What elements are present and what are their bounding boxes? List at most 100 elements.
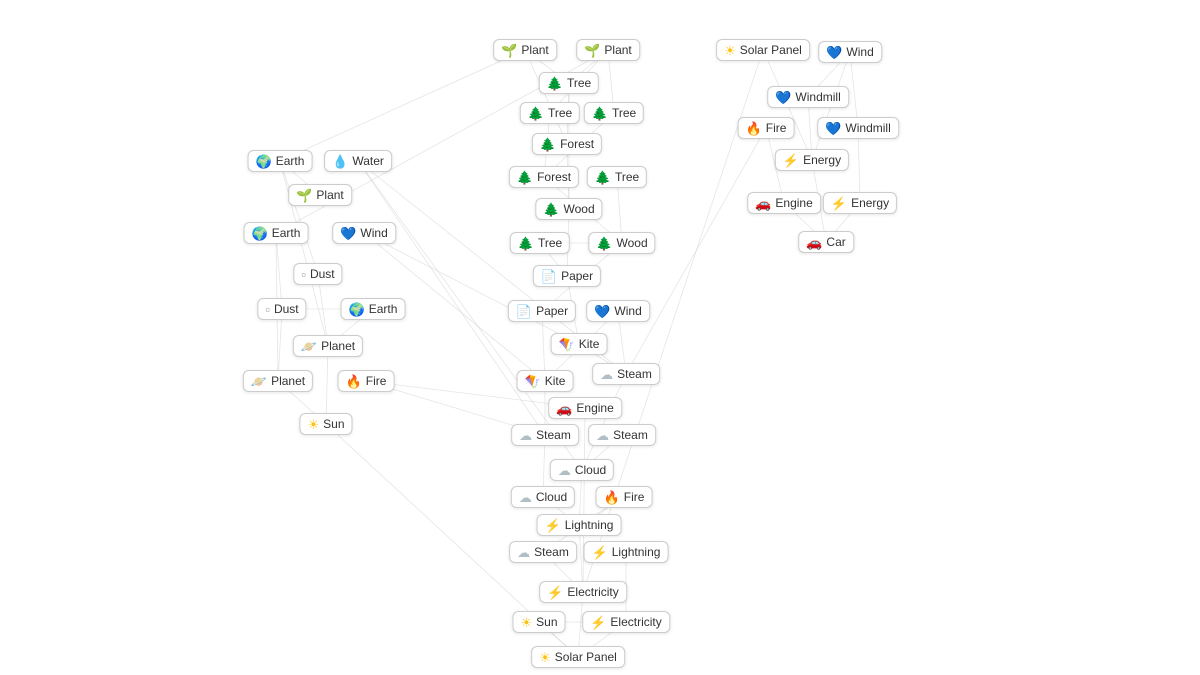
node-cloud2[interactable]: ☁ Cloud (511, 486, 575, 508)
node-label-plant1: Plant (521, 43, 548, 57)
node-icon-earth2: 🌍 (252, 227, 268, 240)
node-kite1[interactable]: 🪁Kite (551, 333, 608, 355)
node-label-solar1: Solar Panel (740, 43, 802, 57)
node-icon-sun1: ☀ (307, 418, 319, 431)
node-label-sun2: Sun (536, 615, 557, 629)
node-wind1[interactable]: 💙Wind (818, 41, 882, 63)
node-energy2[interactable]: ⚡Energy (823, 192, 897, 214)
node-tree2[interactable]: 🌲Tree (520, 102, 580, 124)
node-lightning2[interactable]: ⚡Lightning (584, 541, 669, 563)
node-label-fire2: Fire (366, 374, 387, 388)
node-earth3[interactable]: 🌍Earth (341, 298, 406, 320)
node-sun2[interactable]: ☀Sun (512, 611, 565, 633)
node-label-cloud2: Cloud (536, 490, 567, 504)
node-icon-steam4: ☁ (517, 546, 530, 559)
node-label-car1: Car (826, 235, 845, 249)
node-steam2[interactable]: ☁Steam (511, 424, 579, 446)
node-windmill1[interactable]: 💙Windmill (767, 86, 849, 108)
node-engine1[interactable]: 🚗 Engine (747, 192, 821, 214)
node-label-kite2: Kite (545, 374, 566, 388)
node-label-cloud1: Cloud (575, 463, 606, 477)
node-icon-tree1: 🌲 (547, 77, 563, 90)
node-solar2[interactable]: ☀ Solar Panel (531, 646, 625, 668)
node-tree4[interactable]: 🌲 Tree (587, 166, 647, 188)
node-tree5[interactable]: 🌲Tree (510, 232, 570, 254)
node-label-dust2: Dust (274, 302, 299, 316)
node-icon-tree5: 🌲 (518, 237, 534, 250)
node-icon-electricity1: ⚡ (547, 586, 563, 599)
node-icon-wood1: 🌲 (543, 203, 559, 216)
node-label-engine1: Engine (775, 196, 812, 210)
node-label-kite1: Kite (579, 337, 600, 351)
node-wind3[interactable]: 💙Wind (586, 300, 650, 322)
node-icon-energy1: ⚡ (783, 154, 799, 167)
node-steam3[interactable]: ☁Steam (588, 424, 656, 446)
node-icon-solar2: ☀ (539, 651, 551, 664)
node-electricity2[interactable]: ⚡Electricity (582, 611, 670, 633)
node-lightning1[interactable]: ⚡Lightning (537, 514, 622, 536)
node-label-plant2: Plant (604, 43, 631, 57)
node-wood1[interactable]: 🌲Wood (535, 198, 602, 220)
node-fire2[interactable]: 🔥Fire (338, 370, 395, 392)
node-car1[interactable]: 🚗Car (798, 231, 854, 253)
node-label-forest1: Forest (560, 137, 594, 151)
node-icon-kite2: 🪁 (525, 375, 541, 388)
node-plant1[interactable]: 🌱 Plant (493, 39, 557, 61)
node-kite2[interactable]: 🪁 Kite (517, 370, 574, 392)
node-icon-engine1: 🚗 (755, 197, 771, 210)
node-tree3[interactable]: 🌲Tree (584, 102, 644, 124)
node-icon-dust2: ▫ (265, 303, 270, 316)
node-plant3[interactable]: 🌱Plant (288, 184, 352, 206)
node-icon-windmill1: 💙 (775, 91, 791, 104)
node-icon-earth1: 🌍 (256, 155, 272, 168)
node-energy1[interactable]: ⚡Energy (775, 149, 849, 171)
node-windmill2[interactable]: 💙Windmill (817, 117, 899, 139)
node-icon-fire1: 🔥 (746, 122, 762, 135)
node-label-electricity1: Electricity (567, 585, 618, 599)
node-planet1[interactable]: 🪐Planet (293, 335, 363, 357)
node-cloud1[interactable]: ☁ Cloud (550, 459, 614, 481)
node-icon-steam3: ☁ (596, 429, 609, 442)
node-electricity1[interactable]: ⚡ Electricity (539, 581, 627, 603)
node-planet2[interactable]: 🪐Planet (243, 370, 313, 392)
node-earth2[interactable]: 🌍 Earth (244, 222, 309, 244)
node-icon-engine2: 🚗 (556, 402, 572, 415)
node-icon-plant1: 🌱 (501, 44, 517, 57)
node-label-energy2: Energy (851, 196, 889, 210)
node-dust1[interactable]: ▫Dust (293, 263, 342, 285)
node-steam1[interactable]: ☁Steam (592, 363, 660, 385)
node-water1[interactable]: 💧Water (324, 150, 392, 172)
node-earth1[interactable]: 🌍Earth (248, 150, 313, 172)
node-label-tree4: Tree (615, 170, 639, 184)
node-label-earth2: Earth (272, 226, 301, 240)
node-icon-dust1: ▫ (301, 268, 306, 281)
node-icon-cloud2: ☁ (519, 491, 532, 504)
node-icon-plant2: 🌱 (584, 44, 600, 57)
node-label-tree1: Tree (567, 76, 591, 90)
node-steam4[interactable]: ☁ Steam (509, 541, 577, 563)
node-label-steam4: Steam (534, 545, 569, 559)
node-sun1[interactable]: ☀Sun (299, 413, 352, 435)
node-paper2[interactable]: 📄Paper (508, 300, 576, 322)
node-label-electricity2: Electricity (610, 615, 661, 629)
node-label-wind1: Wind (846, 45, 873, 59)
node-solar1[interactable]: ☀Solar Panel (716, 39, 810, 61)
node-fire1[interactable]: 🔥Fire (738, 117, 795, 139)
node-icon-earth3: 🌍 (349, 303, 365, 316)
node-forest1[interactable]: 🌲Forest (532, 133, 602, 155)
node-engine2[interactable]: 🚗Engine (548, 397, 622, 419)
node-tree1[interactable]: 🌲 Tree (539, 72, 599, 94)
node-label-solar2: Solar Panel (555, 650, 617, 664)
node-wind2[interactable]: 💙Wind (332, 222, 396, 244)
node-icon-cloud1: ☁ (558, 464, 571, 477)
node-fire3[interactable]: 🔥Fire (596, 486, 653, 508)
node-forest2[interactable]: 🌲Forest (509, 166, 579, 188)
node-paper1[interactable]: 📄Paper (533, 265, 601, 287)
node-label-forest2: Forest (537, 170, 571, 184)
node-icon-tree4: 🌲 (595, 171, 611, 184)
node-wood2[interactable]: 🌲Wood (588, 232, 655, 254)
node-icon-tree3: 🌲 (592, 107, 608, 120)
node-plant2[interactable]: 🌱 Plant (576, 39, 640, 61)
node-dust2[interactable]: ▫ Dust (257, 298, 306, 320)
node-icon-fire3: 🔥 (604, 491, 620, 504)
